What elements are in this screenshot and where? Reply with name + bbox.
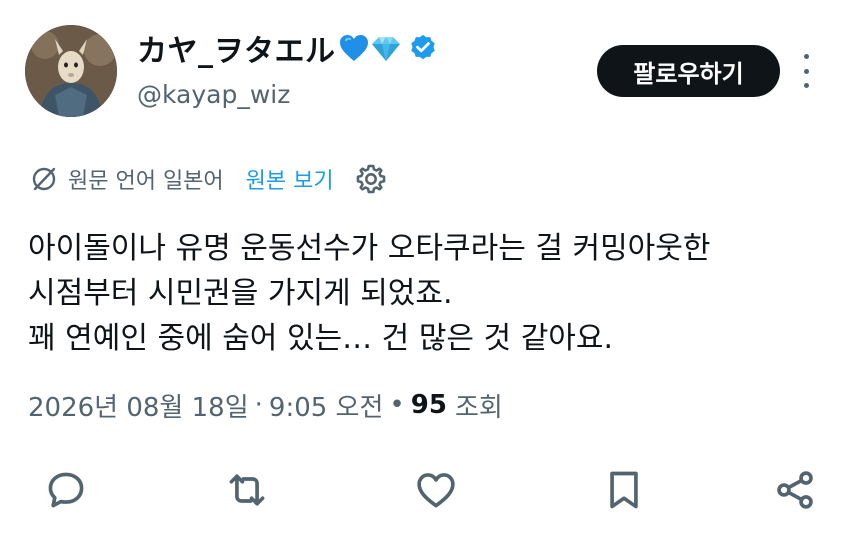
follow-button[interactable]: 팔로우하기 [597, 45, 780, 97]
views-count: 95 [410, 390, 447, 420]
verified-badge-icon [410, 34, 435, 60]
bookmark-icon [610, 471, 638, 509]
more-dot [803, 54, 809, 59]
share-icon [777, 471, 813, 509]
share-button[interactable] [767, 462, 823, 518]
author-name-row[interactable]: カヤ_ヲタエル [137, 26, 438, 70]
display-name[interactable]: カヤ_ヲタエル [137, 26, 336, 70]
translation-bar: 원문 언어 일본어 원본 보기 [30, 160, 388, 198]
retweet-button[interactable] [219, 462, 275, 518]
bookmark-button[interactable] [596, 462, 652, 518]
retweet-icon [229, 474, 265, 506]
author-handle[interactable]: @kayap_wiz [137, 80, 290, 109]
reply-button[interactable] [38, 462, 94, 518]
avatar-image [25, 25, 117, 117]
tweet-time[interactable]: 9:05 오전 [269, 387, 384, 424]
source-language-label: 원문 언어 일본어 [68, 169, 224, 194]
views-label: 조회 [454, 392, 503, 423]
avatar[interactable] [25, 25, 117, 117]
meta-separator: · [254, 390, 263, 420]
like-icon [417, 473, 455, 508]
tweet-line: 시점부터 시민권을 가지게 되었죠. [28, 276, 453, 311]
reply-icon [48, 472, 84, 508]
tweet-line: 아이돌이나 유명 운동선수가 오타쿠라는 걸 커밍아웃한 [28, 231, 711, 266]
translate-off-icon [32, 167, 56, 191]
tweet-text: 아이돌이나 유명 운동선수가 오타쿠라는 걸 커밍아웃한 시점부터 시민권을 가… [28, 226, 828, 361]
view-original-link[interactable]: 원본 보기 [246, 163, 334, 195]
tweet-date[interactable]: 2026년 08월 18일 [28, 387, 249, 424]
meta-bullet: • [389, 390, 405, 420]
more-dot [803, 68, 809, 74]
more-options-icon[interactable] [795, 54, 817, 88]
tweet-meta: 2026년 08월 18일 · 9:05 오전 • 95 조회 [28, 385, 503, 425]
gem-icon [371, 37, 400, 61]
tweet-line: 꽤 연예인 중에 숨어 있는… 건 많은 것 같아요. [28, 321, 614, 356]
more-dot [803, 83, 809, 88]
like-button[interactable] [408, 462, 464, 518]
action-bar [0, 462, 850, 518]
blue-heart-icon [339, 35, 368, 61]
gear-icon[interactable] [354, 162, 388, 196]
